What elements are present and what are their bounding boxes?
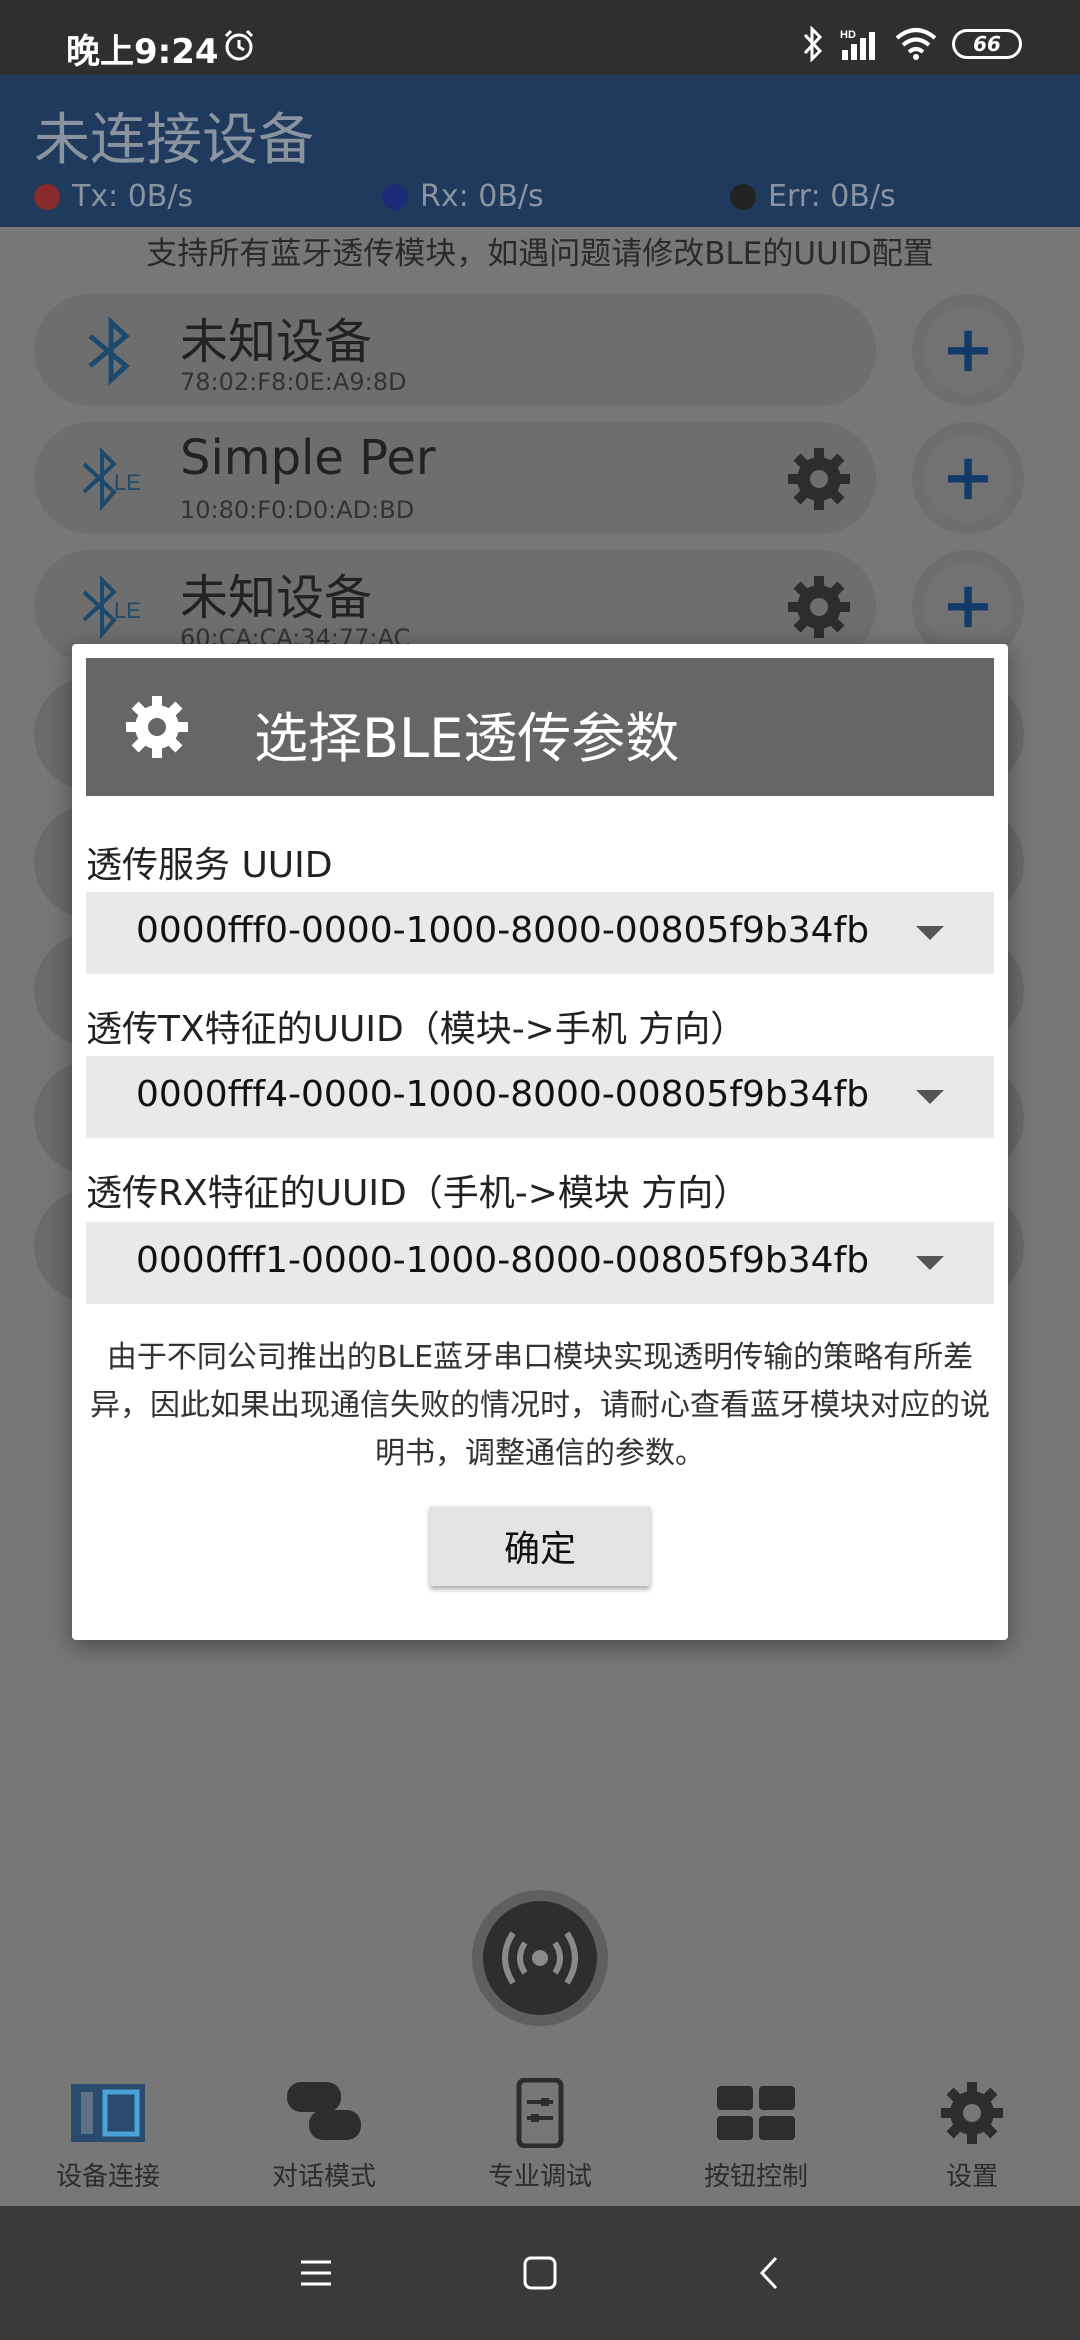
tx-value: Tx: 0B/s [72, 179, 194, 214]
svg-text:LE: LE [114, 470, 141, 495]
tx-dot [34, 183, 60, 210]
plus-icon: + [924, 306, 1012, 394]
gear-icon [941, 2082, 1003, 2144]
service-uuid-value: 0000fff0-0000-1000-8000-00805f9b34fb [136, 910, 870, 951]
bluetooth-icon [88, 316, 130, 386]
rx-stat: Rx: 0B/s [382, 179, 544, 214]
dropdown-arrow-icon [916, 1090, 944, 1104]
hd-label: HD [840, 29, 856, 41]
tab-chat-mode[interactable]: 对话模式 [216, 2060, 432, 2206]
tab-button-control[interactable]: 按钮控制 [648, 2060, 864, 2206]
tab-settings[interactable]: 设置 [864, 2060, 1080, 2206]
uuid-hint-text: 支持所有蓝牙透传模块，如遇问题请修改BLE的UUID配置 [146, 236, 934, 272]
add-device-button[interactable]: + [912, 294, 1024, 406]
broadcast-icon [502, 1931, 578, 1985]
bottom-nav: 设备连接 对话模式 专业调试 按钮控制 设置 [0, 2060, 1080, 2206]
dropdown-arrow-icon [916, 926, 944, 940]
rx-dot [382, 183, 408, 210]
chat-icon [287, 2082, 361, 2140]
tab-pro-debug[interactable]: 专业调试 [432, 2060, 648, 2206]
svg-text:LE: LE [114, 598, 141, 623]
scan-button[interactable] [472, 1890, 608, 2026]
device-name: Simple Per [180, 430, 436, 486]
gear-icon[interactable] [784, 572, 854, 642]
dropdown-arrow-icon [916, 1256, 944, 1270]
connection-status-title: 未连接设备 [34, 108, 314, 173]
device-name: 未知设备 [180, 314, 373, 370]
battery-indicator: 66 [952, 29, 1022, 59]
signal-icon: HD [840, 29, 875, 60]
plus-icon: + [924, 434, 1012, 522]
service-uuid-label: 透传服务 UUID [86, 845, 333, 886]
status-icons: HD 66 [802, 24, 1022, 64]
tab-label: 按钮控制 [703, 2162, 808, 2192]
dialog-title: 选择BLE透传参数 [254, 707, 680, 770]
tx-stat: Tx: 0B/s [34, 179, 193, 214]
tx-uuid-value: 0000fff4-0000-1000-8000-00805f9b34fb [136, 1074, 870, 1115]
dialog-header: 选择BLE透传参数 [86, 658, 994, 796]
device-item[interactable]: 未知设备 78:02:F8:0E:A9:8D [34, 294, 876, 406]
gear-icon[interactable] [784, 444, 854, 514]
button-grid-icon [717, 2086, 795, 2140]
err-stat: Err: 0B/s [730, 179, 896, 214]
device-mac: 10:80:F0:D0:AD:BD [180, 496, 415, 524]
tab-device-connect[interactable]: 设备连接 [0, 2060, 216, 2206]
device-item[interactable]: LE Simple Per 10:80:F0:D0:AD:BD [34, 422, 876, 534]
tab-label: 设置 [945, 2162, 998, 2192]
device-connect-icon [71, 2084, 145, 2142]
confirm-button[interactable]: 确定 [430, 1506, 650, 1586]
menu-icon[interactable] [293, 2250, 339, 2296]
debug-icon [516, 2078, 564, 2148]
tx-uuid-label: 透传TX特征的UUID（模块->手机 方向） [86, 1009, 747, 1050]
rx-uuid-value: 0000fff1-0000-1000-8000-00805f9b34fb [136, 1240, 870, 1281]
ble-params-dialog: 选择BLE透传参数 透传服务 UUID 0000fff0-0000-1000-8… [72, 644, 1008, 1640]
traffic-stats: Tx: 0B/s Rx: 0B/s Err: 0B/s [34, 179, 1074, 219]
wifi-icon [895, 28, 937, 60]
status-time: 晚上9:24 [66, 32, 219, 72]
status-bar: 晚上9:24 HD 66 [0, 0, 1080, 75]
bluetooth-le-icon: LE [82, 575, 141, 640]
app-header: 未连接设备 Tx: 0B/s Rx: 0B/s Err: 0B/s [0, 75, 1080, 227]
bluetooth-le-icon: LE [82, 447, 141, 512]
tx-uuid-select[interactable]: 0000fff4-0000-1000-8000-00805f9b34fb [86, 1056, 994, 1138]
rx-uuid-select[interactable]: 0000fff1-0000-1000-8000-00805f9b34fb [86, 1222, 994, 1304]
bluetooth-status-icon [803, 26, 823, 62]
system-nav-bar [0, 2206, 1080, 2340]
dialog-note: 由于不同公司推出的BLE蓝牙串口模块实现透明传输的策略有所差异，因此如果出现通信… [90, 1340, 990, 1471]
err-value: Err: 0B/s [768, 179, 896, 214]
home-icon[interactable] [517, 2250, 563, 2296]
add-device-button[interactable]: + [912, 422, 1024, 534]
tab-label: 对话模式 [271, 2162, 376, 2192]
alarm-icon [224, 29, 254, 61]
rx-uuid-label: 透传RX特征的UUID（手机->模块 方向） [86, 1173, 750, 1214]
rx-value: Rx: 0B/s [420, 179, 544, 214]
device-mac: 78:02:F8:0E:A9:8D [180, 368, 407, 396]
tab-label: 设备连接 [55, 2162, 160, 2192]
plus-icon: + [924, 562, 1012, 650]
tab-label: 专业调试 [487, 2162, 592, 2192]
service-uuid-select[interactable]: 0000fff0-0000-1000-8000-00805f9b34fb [86, 892, 994, 974]
device-name: 未知设备 [180, 570, 373, 626]
gear-icon [126, 696, 188, 758]
back-icon[interactable] [746, 2250, 792, 2296]
err-dot [730, 183, 756, 210]
